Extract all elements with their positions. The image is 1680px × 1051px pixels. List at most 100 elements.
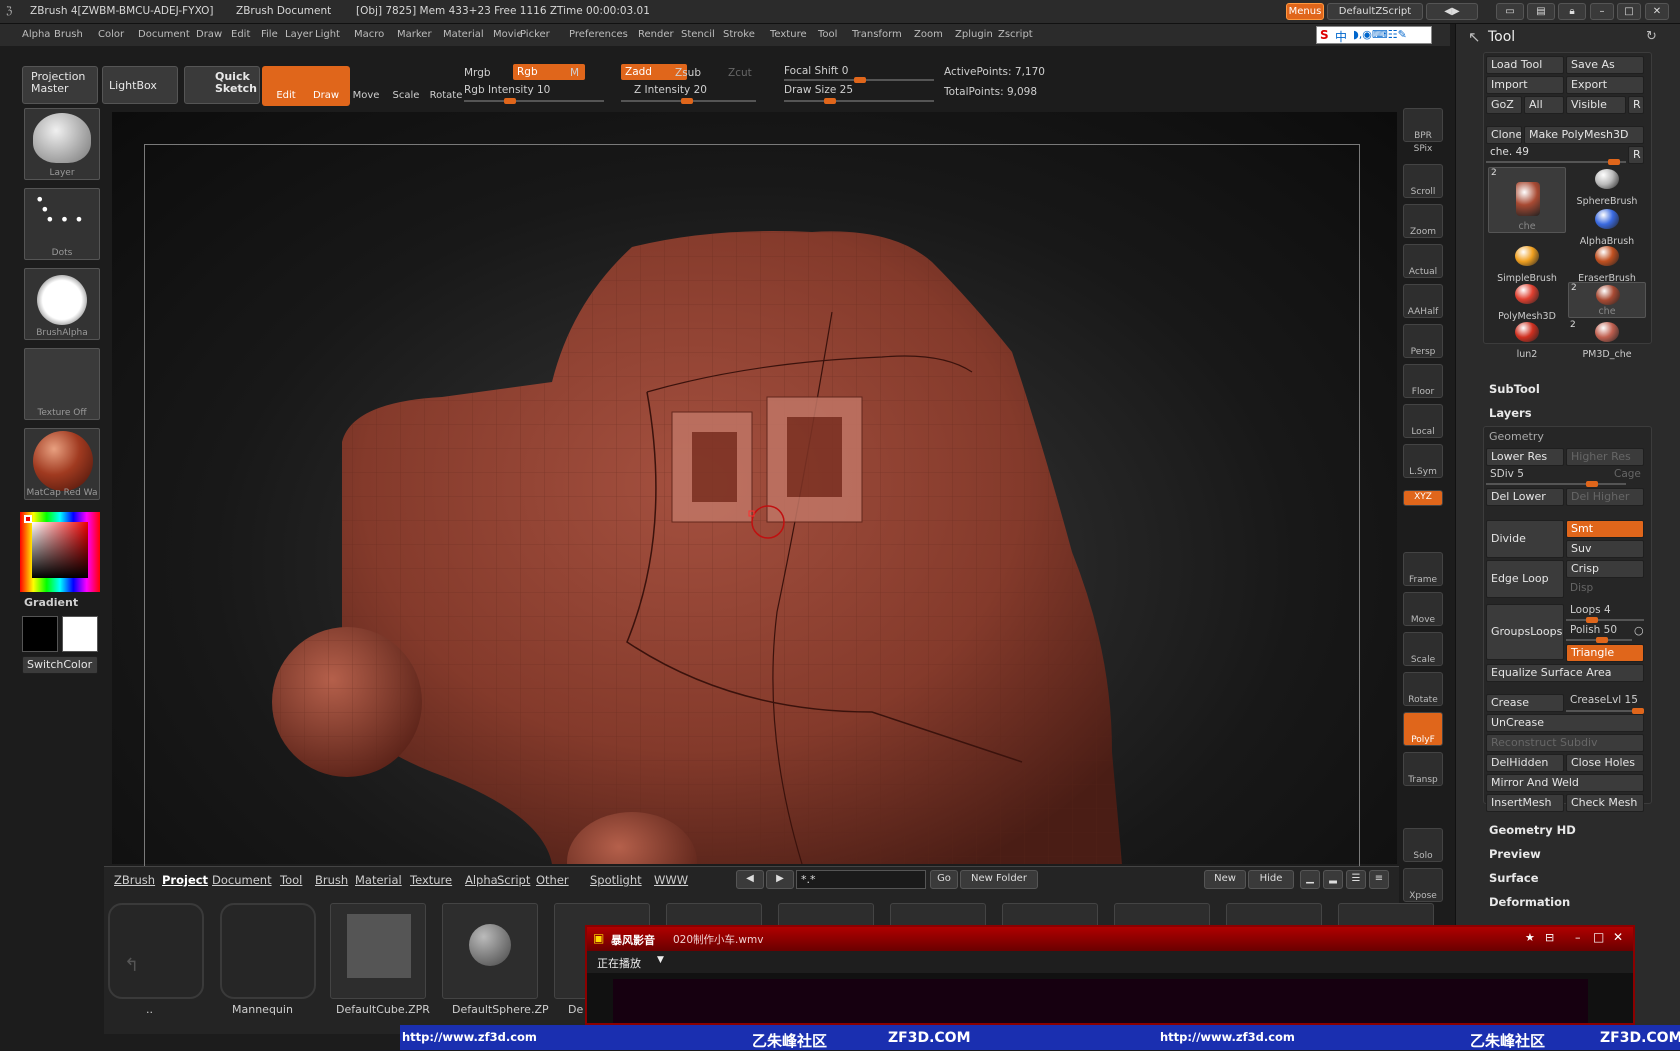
lightbox-tab-brush[interactable]: Brush	[315, 873, 348, 887]
lightbox-new-button[interactable]: New	[1204, 870, 1246, 889]
edge-loop-button[interactable]: Edge Loop	[1486, 560, 1564, 598]
clone-button[interactable]: Clone	[1486, 126, 1522, 144]
subtool-section[interactable]: SubTool	[1489, 382, 1540, 396]
lightbox-next-icon[interactable]: ▶	[766, 870, 794, 889]
lightbox-tab-alpha[interactable]: Alpha	[465, 873, 498, 887]
menus-button[interactable]: Menus	[1286, 3, 1324, 20]
refresh-icon[interactable]: ↻	[1646, 29, 1657, 44]
rgb-intensity-slider[interactable]: Rgb Intensity 10	[464, 84, 550, 96]
shelf-scroll-button[interactable]: Scroll	[1403, 164, 1443, 198]
export-button[interactable]: Export	[1566, 76, 1644, 94]
default-zscript-button[interactable]: DefaultZScript	[1327, 3, 1423, 20]
loops-slider[interactable]: Loops 4	[1570, 604, 1611, 616]
goz-r-button[interactable]: R	[1628, 96, 1644, 114]
menu-color[interactable]: Color	[98, 29, 124, 40]
zsub-button[interactable]: Zsub	[675, 67, 701, 79]
shelf-local-button[interactable]: Local	[1403, 404, 1443, 438]
loops-knob[interactable]	[1586, 617, 1598, 623]
lightbox-hide-button[interactable]: Hide	[1248, 870, 1294, 889]
menu-stroke[interactable]: Stroke	[723, 29, 755, 40]
close-icon[interactable]: ✕	[1645, 3, 1669, 20]
menu-brush[interactable]: Brush	[54, 29, 83, 40]
player-status[interactable]: 正在播放	[597, 955, 641, 971]
tool-thumb-polymesh3d[interactable]: PolyMesh3D	[1488, 282, 1566, 322]
color-marker-icon[interactable]	[24, 515, 32, 523]
tool-r-button[interactable]: R	[1628, 146, 1644, 164]
shelf-frame-button[interactable]: Frame	[1403, 552, 1443, 586]
higher-res-button[interactable]: Higher Res	[1566, 448, 1644, 466]
new-folder-button[interactable]: New Folder	[960, 870, 1038, 889]
gradient-label[interactable]: Gradient	[24, 596, 78, 609]
crease-level-slider[interactable]: CreaseLvl 15	[1570, 694, 1638, 706]
menu-stencil[interactable]: Stencil	[681, 29, 715, 40]
rgb-intensity-knob[interactable]	[504, 98, 516, 104]
layout-arrows-icon[interactable]: ◀▶	[1426, 3, 1478, 20]
layers-section[interactable]: Layers	[1489, 406, 1532, 420]
menu-tool[interactable]: Tool	[818, 29, 837, 40]
rotate-button[interactable]: Rotate	[422, 66, 470, 106]
lightbox-tab-tool[interactable]: Tool	[280, 873, 302, 887]
zcut-button[interactable]: Zcut	[728, 67, 752, 79]
brush-alpha-thumb[interactable]: BrushAlpha	[24, 268, 100, 340]
stroke-dots-thumb[interactable]: • • • • • Dots	[24, 188, 100, 260]
view-detail-icon[interactable]: ≡	[1369, 870, 1389, 889]
preview-section[interactable]: Preview	[1489, 847, 1541, 861]
lightbox-tab-texture[interactable]: Texture	[410, 873, 452, 887]
z-intensity-slider[interactable]: Z Intensity 20	[634, 84, 707, 96]
menu-edit[interactable]: Edit	[231, 29, 250, 40]
tool-thumb-simplebrush[interactable]: SimpleBrush	[1488, 244, 1566, 284]
import-button[interactable]: Import	[1486, 76, 1564, 94]
lightbox-item[interactable]: ↰	[108, 903, 204, 999]
maximize-icon[interactable]: □	[1617, 3, 1641, 20]
shelf-transp-button[interactable]: Transp	[1403, 752, 1443, 786]
load-tool-button[interactable]: Load Tool	[1486, 56, 1564, 74]
divide-button[interactable]: Divide	[1486, 520, 1564, 558]
menu-transform[interactable]: Transform	[852, 29, 902, 40]
shelf-persp-button[interactable]: Persp	[1403, 324, 1443, 358]
lightbox-item[interactable]	[220, 903, 316, 999]
cage-button[interactable]: Cage	[1614, 468, 1641, 480]
tool-panel-arrow-icon[interactable]: ↖	[1468, 28, 1481, 46]
menu-marker[interactable]: Marker	[397, 29, 432, 40]
del-hidden-button[interactable]: DelHidden	[1486, 754, 1564, 772]
lightbox-tab-project[interactable]: Project	[162, 873, 208, 887]
pin-icon[interactable]: ★	[1525, 931, 1535, 944]
lightbox-prev-icon[interactable]: ◀	[736, 870, 764, 889]
lightbox-go-button[interactable]: Go	[930, 870, 958, 889]
projection-master-button[interactable]: Projection Master	[22, 66, 98, 104]
tool-slider-knob[interactable]	[1608, 159, 1620, 165]
polish-circle-icon[interactable]: ○	[1634, 624, 1644, 637]
ui-layout-icon[interactable]: ▭	[1496, 3, 1524, 20]
primary-color-swatch[interactable]	[22, 616, 58, 652]
shelf-lsym-button[interactable]: L.Sym	[1403, 444, 1443, 478]
smt-toggle[interactable]: Smt	[1566, 520, 1644, 538]
shelf-bpr-button[interactable]: BPR	[1403, 108, 1443, 142]
tool-thumb-pm3d_che[interactable]: PM3D_che 2	[1568, 320, 1646, 360]
menu-picker[interactable]: Picker	[520, 29, 550, 40]
reconstruct-subdiv-button[interactable]: Reconstruct Subdiv	[1486, 734, 1644, 752]
shelf-spix-button[interactable]: SPix	[1403, 144, 1443, 158]
lightbox-item[interactable]	[330, 903, 426, 999]
insert-mesh-button[interactable]: InsertMesh	[1486, 794, 1564, 812]
menu-file[interactable]: File	[261, 29, 278, 40]
deformation-section[interactable]: Deformation	[1489, 895, 1570, 909]
surface-section[interactable]: Surface	[1489, 871, 1539, 885]
color-square[interactable]	[32, 522, 88, 578]
polish-knob[interactable]	[1596, 637, 1608, 643]
menu-layer[interactable]: Layer	[285, 29, 313, 40]
lightbox-tab-script[interactable]: Script	[497, 873, 530, 887]
draw-size-slider[interactable]: Draw Size 25	[784, 84, 853, 96]
focal-shift-slider[interactable]: Focal Shift 0	[784, 65, 848, 77]
menu-preferences[interactable]: Preferences	[569, 29, 628, 40]
player-close-icon[interactable]: ✕	[1613, 930, 1623, 944]
player-video-area[interactable]	[613, 979, 1588, 1023]
del-lower-button[interactable]: Del Lower	[1486, 488, 1564, 506]
view-medium-icon[interactable]: ▂	[1323, 870, 1343, 889]
geometry-section[interactable]: Geometry	[1489, 430, 1544, 443]
suv-toggle[interactable]: Suv	[1566, 540, 1644, 558]
menu-light[interactable]: Light	[315, 29, 340, 40]
lightbox-tab-other[interactable]: Other	[536, 873, 569, 887]
menu-zplugin[interactable]: Zplugin	[955, 29, 993, 40]
mrgb-button[interactable]: Mrgb	[464, 67, 491, 79]
tool-thumb-che[interactable]: che 2	[1568, 282, 1646, 318]
